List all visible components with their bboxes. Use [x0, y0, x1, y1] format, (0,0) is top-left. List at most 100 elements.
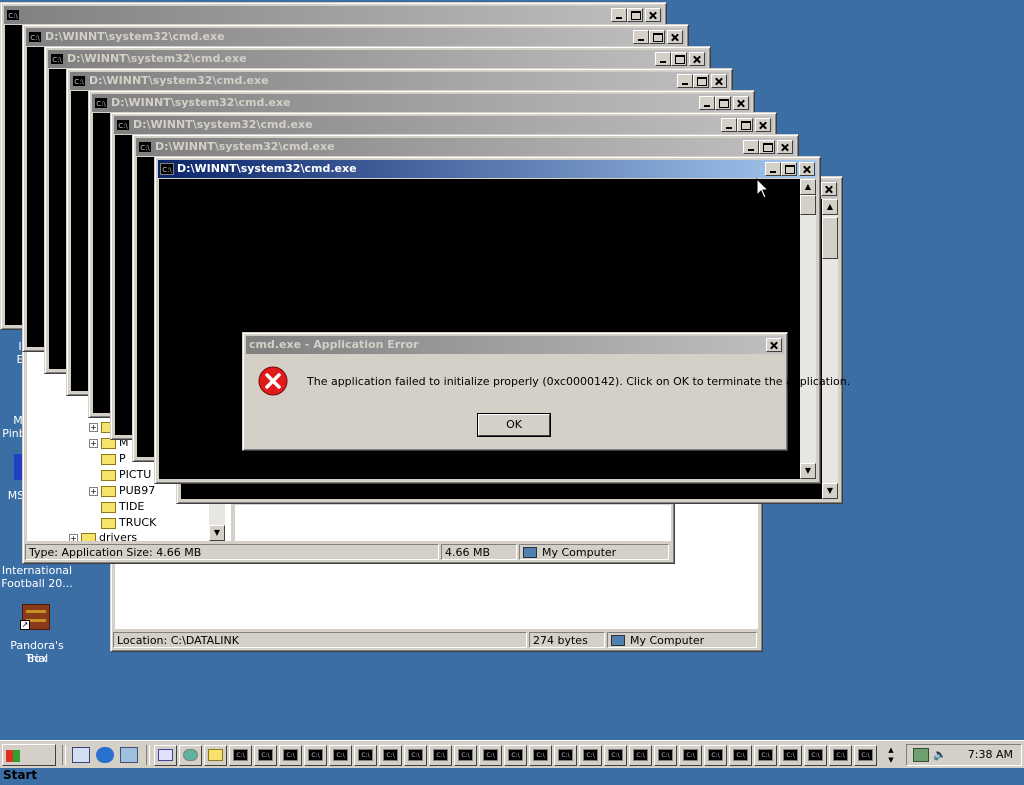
taskbar-button-cmd[interactable]: C:\: [229, 745, 252, 766]
maximize-button[interactable]: [715, 96, 731, 110]
close-button[interactable]: [645, 8, 661, 22]
taskbar-button-network[interactable]: [179, 745, 202, 766]
taskbar-button-cmd[interactable]: C:\: [329, 745, 352, 766]
internet-explorer-icon[interactable]: [96, 747, 114, 763]
minimize-button[interactable]: [611, 8, 627, 22]
scroll-thumb[interactable]: [800, 195, 816, 215]
tray-network-icon[interactable]: [913, 748, 929, 762]
taskbar-button-cmd[interactable]: C:\: [279, 745, 302, 766]
scroll-down-button[interactable]: ▼: [800, 463, 816, 479]
computer-icon: [611, 635, 625, 646]
close-button[interactable]: [777, 140, 793, 154]
cmd-window-titlebar[interactable]: C:\ D:\WINNT\system32\cmd.exe: [92, 94, 751, 112]
taskbar-button-cmd[interactable]: C:\: [604, 745, 627, 766]
folder-icon: [101, 501, 116, 513]
folder-icon: [101, 469, 116, 481]
tree-item[interactable]: TIDE: [101, 499, 144, 515]
maximize-button[interactable]: [693, 74, 709, 88]
taskbar-button-cmd[interactable]: C:\: [554, 745, 577, 766]
taskbar-button-search[interactable]: [154, 745, 177, 766]
maximize-button[interactable]: [781, 162, 797, 176]
maximize-button[interactable]: [649, 30, 665, 44]
taskbar-button-cmd[interactable]: C:\: [454, 745, 477, 766]
minimize-button[interactable]: [677, 74, 693, 88]
close-button[interactable]: [667, 30, 683, 44]
taskbar-button-cmd[interactable]: C:\: [704, 745, 727, 766]
clock[interactable]: 7:38 AM: [968, 745, 1013, 765]
cmd-window-titlebar[interactable]: C:\ D:\WINNT\system32\cmd.exe: [26, 28, 685, 46]
cmd-icon: C:\: [283, 749, 298, 761]
cmd-icon: C:\: [858, 749, 873, 761]
minimize-button[interactable]: [765, 162, 781, 176]
taskbar-button-cmd[interactable]: C:\: [654, 745, 677, 766]
cmd-window-titlebar[interactable]: C:\ D:\WINNT\system32\cmd.exe: [136, 138, 795, 156]
taskbar-button-cmd[interactable]: C:\: [429, 745, 452, 766]
maximize-button[interactable]: [627, 8, 643, 22]
close-button[interactable]: [689, 52, 705, 66]
tree-item[interactable]: PICTU: [101, 467, 151, 483]
cmd-icon: C:\: [683, 749, 698, 761]
cmd-window-titlebar[interactable]: C:\: [4, 6, 663, 24]
scroll-thumb[interactable]: [822, 217, 838, 259]
cmd-window-title: D:\WINNT\system32\cmd.exe: [67, 52, 247, 65]
close-button[interactable]: [755, 118, 771, 132]
taskbar-button-cmd[interactable]: C:\: [579, 745, 602, 766]
minimize-button[interactable]: [721, 118, 737, 132]
taskbar-button-cmd[interactable]: C:\: [829, 745, 852, 766]
taskbar-button-cmd[interactable]: C:\: [804, 745, 827, 766]
cmd-window-titlebar[interactable]: C:\ D:\WINNT\system32\cmd.exe: [70, 72, 729, 90]
tree-item[interactable]: + PUB97: [89, 483, 155, 499]
console-scrollbar[interactable]: ▲ ▼: [822, 199, 838, 499]
tree-item[interactable]: + drivers: [69, 531, 137, 541]
taskbar-button-cmd[interactable]: C:\: [379, 745, 402, 766]
taskbar-button-explorer[interactable]: [204, 745, 227, 766]
minimize-button[interactable]: [743, 140, 759, 154]
taskbar-button-cmd[interactable]: C:\: [504, 745, 527, 766]
close-button[interactable]: [711, 74, 727, 88]
minimize-button[interactable]: [655, 52, 671, 66]
close-button[interactable]: [766, 338, 782, 352]
scroll-down-button[interactable]: ▼: [822, 483, 838, 499]
taskbar-button-cmd[interactable]: C:\: [779, 745, 802, 766]
minimize-button[interactable]: [633, 30, 649, 44]
scroll-down-button[interactable]: ▼: [209, 525, 225, 541]
outlook-express-icon[interactable]: [120, 747, 138, 763]
expand-icon[interactable]: +: [89, 438, 98, 448]
ok-button[interactable]: OK: [477, 413, 551, 437]
expand-icon[interactable]: +: [89, 422, 98, 432]
maximize-button[interactable]: [671, 52, 687, 66]
start-button[interactable]: Start: [2, 744, 56, 782]
maximize-button[interactable]: [737, 118, 753, 132]
cmd-window-titlebar[interactable]: C:\ D:\WINNT\system32\cmd.exe: [48, 50, 707, 68]
show-desktop-icon[interactable]: [72, 747, 90, 763]
expand-icon[interactable]: +: [89, 486, 98, 496]
scroll-up-button[interactable]: ▲: [822, 199, 838, 215]
taskbar-button-cmd[interactable]: C:\: [729, 745, 752, 766]
cmd-icon: C:\: [233, 749, 248, 761]
taskbar-button-cmd[interactable]: C:\: [679, 745, 702, 766]
scroll-up-button[interactable]: ▲: [800, 179, 816, 195]
close-button[interactable]: [733, 96, 749, 110]
taskbar-scroll-arrows[interactable]: ▲ ▼: [884, 745, 898, 765]
close-button[interactable]: [799, 162, 815, 176]
taskbar-button-cmd[interactable]: C:\: [854, 745, 877, 766]
maximize-button[interactable]: [759, 140, 775, 154]
volume-icon[interactable]: 🔈: [933, 748, 947, 762]
cmd-window-titlebar[interactable]: C:\ D:\WINNT\system32\cmd.exe: [114, 116, 773, 134]
tree-item[interactable]: TRUCK: [101, 515, 156, 531]
minimize-button[interactable]: [699, 96, 715, 110]
tree-item[interactable]: P: [101, 451, 126, 467]
taskbar-button-cmd[interactable]: C:\: [529, 745, 552, 766]
taskbar-button-cmd[interactable]: C:\: [404, 745, 427, 766]
expand-icon[interactable]: +: [69, 533, 78, 541]
taskbar-button-cmd[interactable]: C:\: [254, 745, 277, 766]
taskbar-button-cmd[interactable]: C:\: [754, 745, 777, 766]
taskbar-button-cmd[interactable]: C:\: [479, 745, 502, 766]
taskbar-button-cmd[interactable]: C:\: [354, 745, 377, 766]
error-dialog-titlebar[interactable]: cmd.exe - Application Error: [246, 336, 784, 354]
close-button[interactable]: [821, 182, 837, 196]
cmd-window-titlebar[interactable]: C:\ D:\WINNT\system32\cmd.exe: [158, 160, 817, 178]
taskbar-button-cmd[interactable]: C:\: [304, 745, 327, 766]
taskbar-button-cmd[interactable]: C:\: [629, 745, 652, 766]
console-scrollbar[interactable]: ▲ ▼: [800, 179, 816, 479]
